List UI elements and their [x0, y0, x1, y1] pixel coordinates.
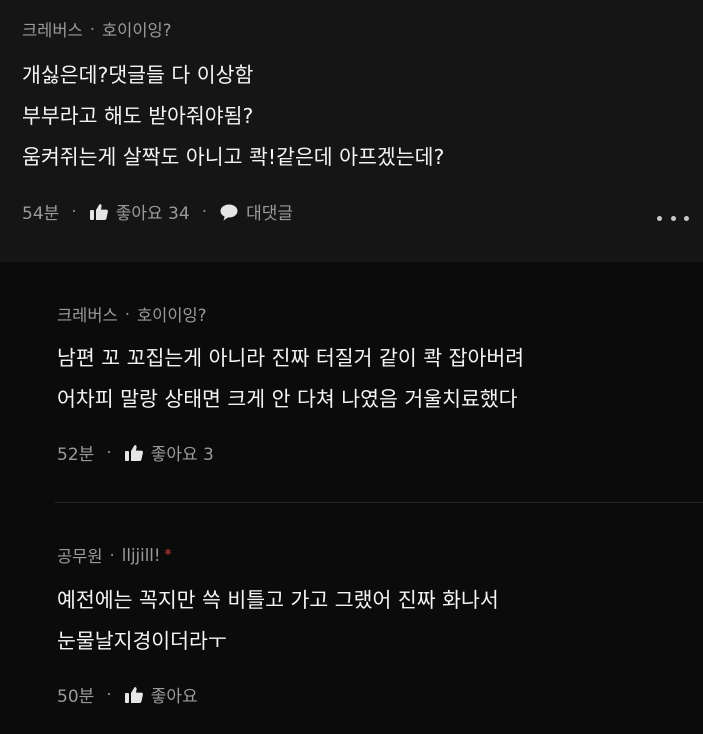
- comment-line: 움켜쥐는게 살짝도 아니고 콱!같은데 아프겠는데?: [22, 145, 445, 169]
- like-button[interactable]: 좋아요 34: [89, 199, 190, 224]
- reply-actions: 50분 · 좋아요: [57, 682, 198, 708]
- like-label: 좋아요 3: [150, 445, 214, 465]
- reply-body: 남편 꼬 꼬집는게 아니라 진짜 터질거 같이 콱 잡아버려 어차피 말랑 상태…: [57, 338, 524, 420]
- thumbs-up-icon: [89, 202, 109, 222]
- comment-nickname[interactable]: 호이이잉?: [102, 17, 171, 41]
- reply-line: 어차피 말랑 상태면 크게 안 다쳐 나였음 거울치료했다: [57, 387, 518, 411]
- action-separator: ·: [106, 684, 112, 705]
- reply-line: 눈물날지경이더라ㅜ: [57, 629, 227, 653]
- like-label: 좋아요 34: [115, 204, 190, 224]
- meta-separator: ·: [124, 304, 130, 324]
- action-separator: ·: [71, 201, 77, 222]
- meta-separator: ·: [109, 545, 115, 565]
- more-dots-icon[interactable]: [657, 210, 689, 226]
- comment-actions: 54분 · 좋아요 34 · 대댓글: [22, 199, 293, 225]
- thumbs-up-icon: [124, 443, 144, 463]
- action-separator: ·: [106, 442, 112, 463]
- meta-separator: ·: [89, 19, 95, 39]
- comment-line: 개싫은데?댓글들 다 이상함: [22, 63, 254, 87]
- reply-line: 예전에는 꼭지만 쓱 비틀고 가고 그랬어 진짜 화나서: [57, 588, 499, 612]
- reply-button[interactable]: 대댓글: [219, 199, 293, 224]
- action-separator: ·: [201, 201, 208, 222]
- reply-nickname[interactable]: lljjill!: [122, 546, 161, 565]
- like-button[interactable]: 좋아요: [124, 682, 198, 707]
- comment-line: 부부라고 해도 받아줘야됨?: [22, 104, 254, 128]
- comment: 크레버스 · 호이이잉? 개싫은데?댓글들 다 이상함 부부라고 해도 받아줘야…: [0, 0, 703, 262]
- reply-meta: 크레버스 · 호이이잉?: [57, 302, 206, 326]
- like-label: 좋아요: [150, 687, 198, 707]
- reply-time: 52분: [57, 445, 95, 465]
- reply-time: 50분: [57, 687, 95, 707]
- reply-section: [0, 262, 703, 734]
- reply-label: 대댓글: [246, 204, 293, 224]
- comment-meta: 크레버스 · 호이이잉?: [22, 17, 171, 41]
- thumbs-up-icon: [124, 685, 144, 705]
- more-dot: [657, 215, 662, 221]
- comment-body: 개싫은데?댓글들 다 이상함 부부라고 해도 받아줘야됨? 움켜쥐는게 살짝도 …: [22, 55, 444, 178]
- speech-bubble-icon: [219, 202, 239, 222]
- author-star-mark: *: [164, 547, 172, 563]
- like-button[interactable]: 좋아요 3: [124, 440, 214, 465]
- reply-nickname[interactable]: 호이이잉?: [137, 302, 206, 326]
- reply-author[interactable]: 크레버스: [57, 302, 118, 326]
- comment-author[interactable]: 크레버스: [22, 17, 83, 41]
- more-dot: [684, 215, 689, 221]
- reply-line: 남편 꼬 꼬집는게 아니라 진짜 터질거 같이 콱 잡아버려: [57, 346, 525, 370]
- comment-time: 54분: [22, 204, 60, 224]
- reply-author[interactable]: 공무원: [57, 543, 103, 567]
- reply-actions: 52분 · 좋아요 3: [57, 440, 214, 466]
- reply-divider: [55, 502, 703, 503]
- reply-body: 예전에는 꼭지만 쓱 비틀고 가고 그랬어 진짜 화나서 눈물날지경이더라ㅜ: [57, 580, 499, 662]
- more-dot: [670, 215, 676, 221]
- reply-meta: 공무원 · lljjill! *: [57, 543, 172, 567]
